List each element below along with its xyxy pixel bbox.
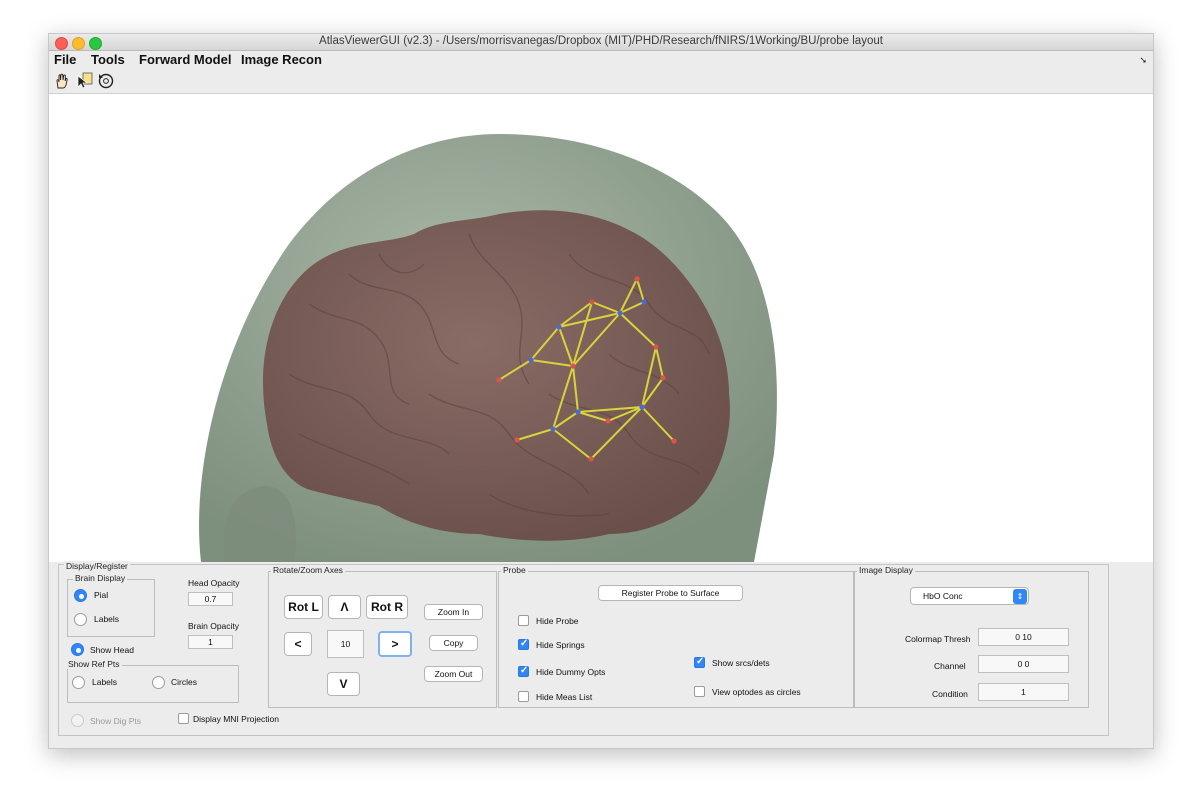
register-probe-button[interactable]: Register Probe to Surface bbox=[598, 585, 743, 601]
channel-field[interactable]: 0 0 bbox=[978, 655, 1069, 673]
menu-tools[interactable]: Tools bbox=[91, 52, 125, 67]
rotate-zoom-group: Rotate/Zoom Axes Rot L Λ Rot R < 10 > V … bbox=[268, 565, 497, 708]
brain-surface bbox=[263, 210, 730, 541]
rot-l-button[interactable]: Rot L bbox=[284, 595, 323, 619]
rotate-up-button[interactable]: Λ bbox=[328, 595, 361, 619]
hide-dummy-opts-checkbox[interactable] bbox=[518, 665, 529, 677]
brain-opacity-field[interactable]: 1 bbox=[188, 635, 233, 649]
3d-view-canvas[interactable] bbox=[49, 94, 1153, 562]
data-cursor-icon[interactable] bbox=[75, 72, 93, 90]
rot-r-button[interactable]: Rot R bbox=[366, 595, 408, 619]
control-panel: Display/Register Brain Display Pial Labe… bbox=[58, 561, 1109, 736]
hide-springs-checkbox[interactable] bbox=[518, 638, 529, 650]
show-dig-pts-radio[interactable] bbox=[71, 714, 84, 727]
view-optodes-circles-label: View optodes as circles bbox=[712, 687, 801, 697]
rotate-step-field[interactable]: 10 bbox=[327, 630, 364, 658]
hide-probe-label: Hide Probe bbox=[536, 616, 579, 626]
image-type-select[interactable]: HbO Conc ⇕ bbox=[910, 587, 1029, 605]
hide-probe-checkbox[interactable] bbox=[518, 615, 529, 626]
show-dig-pts-label: Show Dig Pts bbox=[90, 716, 142, 726]
brain-display-group: Brain Display Pial Labels bbox=[67, 573, 155, 637]
display-register-title: Display/Register bbox=[64, 561, 130, 571]
ref-circles-label: Circles bbox=[171, 677, 197, 687]
channel-label: Channel bbox=[934, 661, 966, 671]
labels-radio[interactable] bbox=[74, 613, 87, 626]
chevron-right-icon[interactable]: ➘ bbox=[1139, 55, 1147, 66]
rotate-down-button[interactable]: V bbox=[327, 672, 360, 696]
hide-meas-list-checkbox[interactable] bbox=[518, 691, 529, 702]
image-display-title: Image Display bbox=[857, 565, 915, 575]
menu-file[interactable]: File bbox=[54, 52, 76, 67]
toolbar bbox=[49, 70, 1153, 94]
condition-field[interactable]: 1 bbox=[978, 683, 1069, 701]
show-ref-pts-group: Show Ref Pts Labels Circles bbox=[66, 659, 239, 703]
image-type-value: HbO Conc bbox=[923, 591, 963, 601]
labels-label: Labels bbox=[94, 614, 120, 624]
menu-image-recon[interactable]: Image Recon bbox=[241, 52, 322, 67]
probe-group: Probe Register Probe to Surface Hide Pro… bbox=[498, 565, 854, 708]
hide-meas-list-label: Hide Meas List bbox=[536, 692, 593, 702]
probe-title: Probe bbox=[501, 565, 528, 575]
hide-dummy-opts-label: Hide Dummy Opts bbox=[536, 667, 606, 677]
menu-forward-model[interactable]: Forward Model bbox=[139, 52, 231, 67]
ref-labels-label: Labels bbox=[92, 677, 118, 687]
ref-circles-radio[interactable] bbox=[152, 676, 165, 689]
image-display-group: Image Display HbO Conc ⇕ Colormap Thresh… bbox=[854, 565, 1089, 708]
show-ref-pts-title: Show Ref Pts bbox=[66, 659, 122, 669]
menu-bar: File Tools Forward Model Image Recon ➘ bbox=[49, 51, 1153, 69]
display-mni-label: Display MNI Projection bbox=[193, 714, 279, 724]
hand-pan-icon[interactable] bbox=[53, 72, 71, 90]
head-brain-render[interactable] bbox=[49, 94, 1153, 562]
copy-button[interactable]: Copy bbox=[429, 635, 478, 651]
zoom-out-button[interactable]: Zoom Out bbox=[424, 666, 483, 682]
display-mni-checkbox[interactable] bbox=[178, 713, 189, 724]
zoom-in-button[interactable]: Zoom In bbox=[424, 604, 483, 620]
show-srcs-dets-label: Show srcs/dets bbox=[712, 658, 770, 668]
show-srcs-dets-checkbox[interactable] bbox=[694, 656, 705, 668]
head-opacity-field[interactable]: 0.7 bbox=[188, 592, 233, 606]
hide-springs-label: Hide Springs bbox=[536, 640, 585, 650]
brain-opacity-label: Brain Opacity bbox=[188, 621, 240, 631]
pial-label: Pial bbox=[94, 590, 109, 600]
pial-radio[interactable] bbox=[74, 589, 87, 602]
app-window: AtlasViewerGUI (v2.3) - /Users/morrisvan… bbox=[48, 33, 1154, 749]
colormap-thresh-label: Colormap Thresh bbox=[905, 634, 971, 644]
window-title: AtlasViewerGUI (v2.3) - /Users/morrisvan… bbox=[319, 35, 883, 47]
brain-display-title: Brain Display bbox=[73, 573, 128, 583]
chevron-updown-icon: ⇕ bbox=[1013, 589, 1027, 604]
rotate-left-button[interactable]: < bbox=[284, 632, 312, 656]
title-bar: AtlasViewerGUI (v2.3) - /Users/morrisvan… bbox=[49, 34, 1153, 51]
colormap-thresh-field[interactable]: 0 10 bbox=[978, 628, 1069, 646]
rotate-right-button[interactable]: > bbox=[378, 631, 412, 657]
condition-label: Condition bbox=[932, 689, 968, 699]
ref-labels-radio[interactable] bbox=[72, 676, 85, 689]
show-head-radio[interactable] bbox=[71, 643, 84, 656]
head-opacity-label: Head Opacity bbox=[188, 578, 240, 588]
rotate-3d-icon[interactable] bbox=[97, 72, 115, 90]
view-optodes-circles-checkbox[interactable] bbox=[694, 686, 705, 697]
rotate-zoom-title: Rotate/Zoom Axes bbox=[271, 565, 345, 575]
show-head-label: Show Head bbox=[90, 645, 134, 655]
